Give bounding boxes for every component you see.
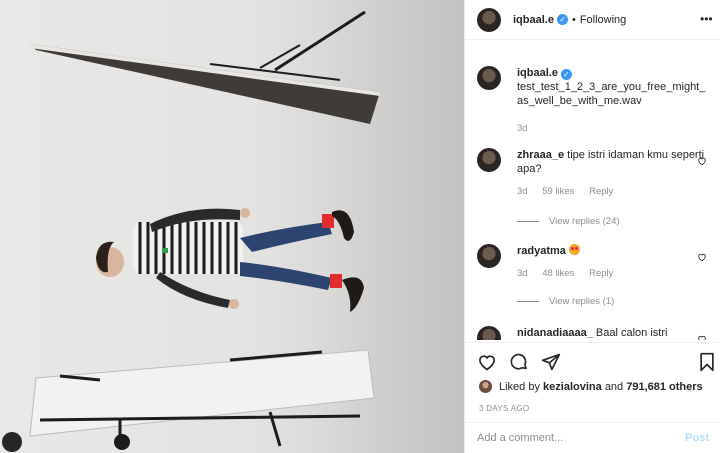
comment-username[interactable]: radyatma (517, 245, 566, 257)
liked-by-user[interactable]: kezialovina (543, 381, 602, 393)
comment-like-heart-icon[interactable] (697, 334, 707, 340)
liked-by-and: and (604, 380, 624, 393)
bookmark-icon[interactable] (697, 352, 717, 372)
comment-input[interactable] (477, 432, 686, 444)
verified-icon: ✓ (560, 69, 572, 80)
post-header: iqbaal.e ✓ • Following ••• (465, 0, 720, 40)
caption-meta: 3d (517, 122, 709, 136)
avatar[interactable] (477, 244, 501, 268)
tagged-user-icon[interactable] (2, 432, 22, 452)
caption-text-block: iqbaal.e ✓ test_test_1_2_3_are_you_free_m… (517, 66, 709, 136)
photo-illustration (3, 10, 380, 451)
comment-icon[interactable] (509, 352, 529, 372)
replies-divider (517, 220, 539, 222)
avatar[interactable] (479, 380, 492, 393)
comment-likes[interactable]: 48 likes (542, 268, 574, 279)
more-options-icon[interactable]: ••• (700, 12, 714, 26)
avatar[interactable] (477, 66, 501, 90)
comment-like-heart-icon[interactable] (697, 156, 707, 166)
post-actions (465, 342, 720, 380)
view-replies-button[interactable]: View replies (1) (517, 296, 614, 307)
following-button[interactable]: Following (580, 14, 626, 26)
post-button[interactable]: Post (685, 432, 709, 444)
comment-time[interactable]: 3d (517, 268, 528, 279)
view-replies-label: View replies (1) (549, 296, 615, 307)
paper-plane-icon[interactable] (541, 352, 561, 372)
comment-username[interactable]: zhraaa_e (517, 149, 564, 161)
caption-username[interactable]: iqbaal.e (517, 67, 558, 79)
avatar[interactable] (477, 7, 501, 32)
comment-meta: 3d 59 likes Reply (517, 185, 709, 199)
avatar[interactable] (477, 326, 501, 340)
replies-divider (517, 300, 539, 302)
comment-item: nidanadiaaaa_ Baal calon istri (465, 326, 720, 340)
heart-icon[interactable] (477, 352, 497, 372)
post-timestamp[interactable]: 3 DAYS AGO (479, 404, 529, 413)
comment-time[interactable]: 3d (517, 186, 528, 197)
add-comment-bar: Post (465, 422, 720, 453)
comment-item: zhraaa_e tipe istri idaman kmu seperti a… (465, 148, 720, 199)
header-separator: • (571, 13, 576, 26)
comments-list[interactable]: iqbaal.e ✓ test_test_1_2_3_are_you_free_m… (465, 58, 720, 340)
view-replies-label: View replies (24) (549, 216, 620, 227)
avatar[interactable] (477, 148, 501, 172)
comment-like-heart-icon[interactable] (697, 252, 707, 262)
view-replies-button[interactable]: View replies (24) (517, 216, 620, 227)
caption-text: test_test_1_2_3_are_you_free_might_as_we… (517, 81, 706, 107)
likes-summary: Liked by kezialovina and 791,681 others (479, 380, 703, 393)
comment-body: radyatma 3d 48 likes Reply (517, 244, 709, 281)
header-username[interactable]: iqbaal.e (513, 14, 554, 26)
comment-item: radyatma 3d 48 likes Reply (465, 244, 720, 281)
caption-time[interactable]: 3d (517, 123, 528, 134)
caption: iqbaal.e ✓ test_test_1_2_3_are_you_free_m… (465, 66, 720, 136)
reply-button[interactable]: Reply (589, 268, 613, 279)
verified-icon: ✓ (556, 14, 568, 25)
comment-likes[interactable]: 59 likes (542, 186, 574, 197)
comment-body: nidanadiaaaa_ Baal calon istri (517, 326, 709, 340)
comment-meta: 3d 48 likes Reply (517, 267, 709, 281)
post-sidebar: iqbaal.e ✓ • Following ••• iqbaal.e ✓ tes… (464, 0, 720, 453)
post-photo[interactable] (0, 0, 464, 453)
reply-button[interactable]: Reply (589, 186, 613, 197)
heart-eyes-emoji-icon (568, 244, 580, 255)
comment-username[interactable]: nidanadiaaaa_ (517, 327, 593, 339)
liked-by-prefix: Liked by (499, 380, 540, 393)
comment-text: Baal calon istri (595, 327, 668, 339)
liked-by-others[interactable]: 791,681 others (626, 381, 702, 393)
comment-body: zhraaa_e tipe istri idaman kmu seperti a… (517, 148, 709, 199)
